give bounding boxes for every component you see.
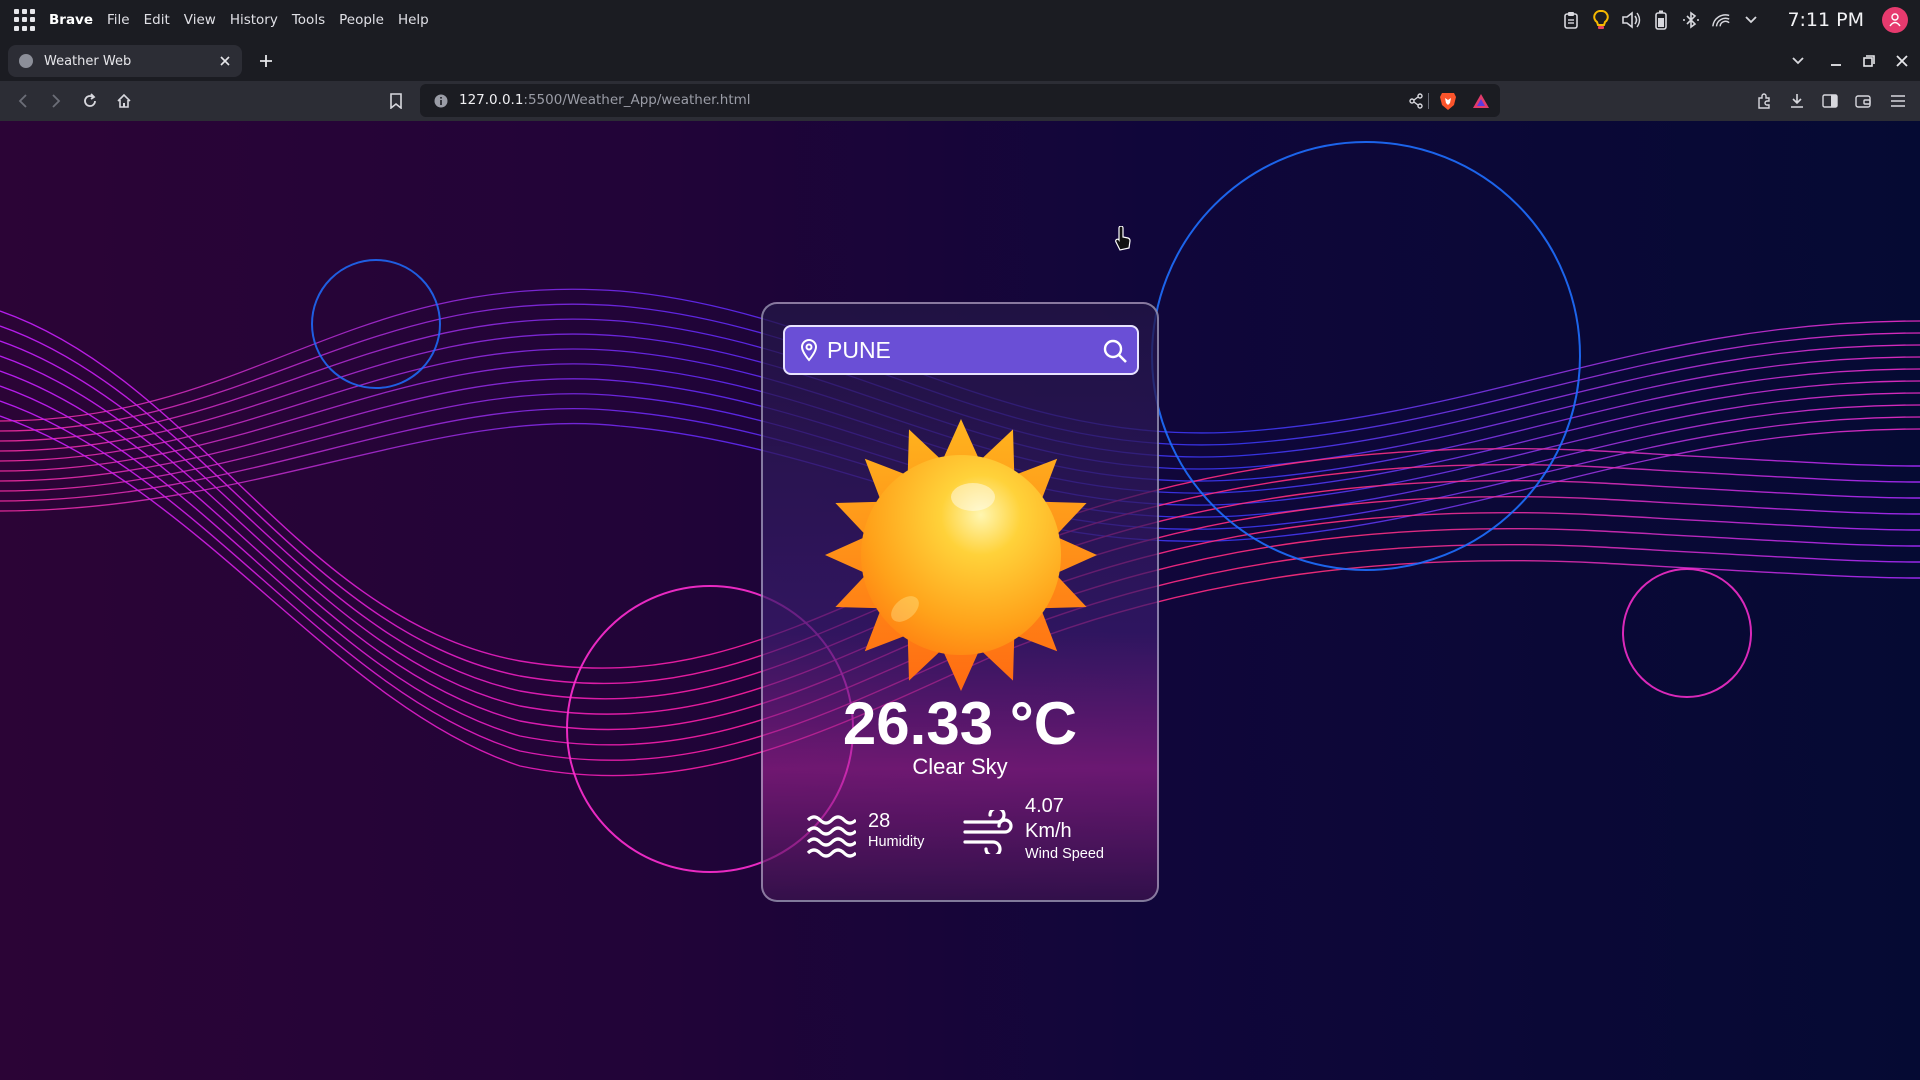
extensions-icon[interactable]: [1753, 90, 1775, 112]
wind-icon: [963, 810, 1013, 854]
app-menu-bar: Brave File Edit View History Tools Peopl…: [49, 12, 443, 28]
user-avatar-icon[interactable]: [1882, 7, 1908, 33]
menu-view[interactable]: View: [184, 12, 216, 28]
city-search-box: [783, 325, 1139, 375]
minimize-window-icon[interactable]: [1825, 50, 1847, 72]
brave-rewards-icon[interactable]: [1470, 90, 1492, 112]
restore-window-icon[interactable]: [1858, 50, 1880, 72]
humidity-value: 28: [868, 810, 891, 832]
city-search-input[interactable]: [827, 333, 1087, 367]
wind-speed-value: 4.07 Km/h: [1025, 795, 1072, 842]
close-window-icon[interactable]: [1891, 50, 1913, 72]
wallet-icon[interactable]: [1852, 90, 1874, 112]
new-tab-button[interactable]: [255, 50, 277, 72]
url-text[interactable]: 127.0.0.1:5500/Weather_App/weather.html: [459, 92, 751, 108]
page-viewport: 26.33 °C Clear Sky 28 Humidity 4.07 Km/h…: [0, 121, 1920, 1080]
reload-icon[interactable]: [79, 90, 101, 112]
browser-toolbar: 127.0.0.1:5500/Weather_App/weather.html: [0, 81, 1920, 121]
menu-history[interactable]: History: [230, 12, 278, 28]
clock[interactable]: 7:11 PM: [1787, 9, 1864, 31]
weather-description: Clear Sky: [912, 754, 1008, 779]
os-top-bar: Brave File Edit View History Tools Peopl…: [0, 0, 1920, 40]
location-pin-icon: [800, 338, 818, 362]
tab-strip: Weather Web: [0, 40, 1920, 81]
address-bar-divider: [1428, 93, 1429, 109]
tab-weather-web[interactable]: Weather Web: [8, 45, 242, 77]
weather-card: 26.33 °C Clear Sky 28 Humidity 4.07 Km/h…: [761, 302, 1159, 902]
humidity-waves-icon: [806, 815, 856, 858]
search-button-icon[interactable]: [1101, 337, 1129, 365]
menu-tools[interactable]: Tools: [292, 12, 325, 28]
hand-pointer-cursor-icon: [1115, 226, 1131, 251]
bluetooth-icon[interactable]: [1681, 10, 1701, 30]
url-host: 127.0.0.1: [459, 92, 524, 108]
close-tab-icon[interactable]: [216, 52, 234, 70]
site-info-icon[interactable]: [430, 90, 452, 112]
download-icon[interactable]: [1786, 90, 1808, 112]
menu-people[interactable]: People: [339, 12, 384, 28]
clipboard-icon[interactable]: [1561, 10, 1581, 30]
lightbulb-icon[interactable]: [1591, 10, 1611, 30]
temperature: 26.33 °C: [842, 690, 1078, 757]
system-tray: 7:11 PM: [1561, 0, 1920, 40]
wind-speed-label: Wind Speed: [1025, 846, 1104, 862]
wifi-icon[interactable]: [1711, 10, 1731, 30]
wind-speed-stat: 4.07 Km/h Wind Speed: [963, 794, 1153, 862]
hamburger-menu-icon[interactable]: [1887, 90, 1909, 112]
sun-disc: [861, 455, 1061, 655]
bookmark-icon[interactable]: [385, 90, 407, 112]
back-arrow-icon[interactable]: [12, 90, 34, 112]
tab-search-chevron-icon[interactable]: [1787, 50, 1809, 72]
menu-edit[interactable]: Edit: [144, 12, 170, 28]
apps-grid-icon[interactable]: [14, 9, 36, 31]
humidity-stat: 28 Humidity: [806, 809, 956, 869]
volume-icon[interactable]: [1621, 10, 1641, 30]
brave-shields-icon[interactable]: [1437, 90, 1459, 112]
home-icon[interactable]: [113, 90, 135, 112]
tab-title: Weather Web: [44, 53, 132, 69]
chevron-down-icon[interactable]: [1741, 10, 1761, 30]
share-icon[interactable]: [1405, 90, 1427, 112]
forward-arrow-icon[interactable]: [45, 90, 67, 112]
globe-icon: [19, 54, 33, 68]
menu-help[interactable]: Help: [398, 12, 429, 28]
address-bar[interactable]: 127.0.0.1:5500/Weather_App/weather.html: [420, 84, 1500, 117]
battery-icon[interactable]: [1651, 10, 1671, 30]
sidebar-icon[interactable]: [1819, 90, 1841, 112]
url-path: :5500/Weather_App/weather.html: [523, 92, 751, 108]
clear-sky-sun-icon: [825, 419, 1097, 691]
menu-brave[interactable]: Brave: [49, 12, 93, 28]
menu-file[interactable]: File: [107, 12, 130, 28]
humidity-label: Humidity: [868, 834, 925, 850]
